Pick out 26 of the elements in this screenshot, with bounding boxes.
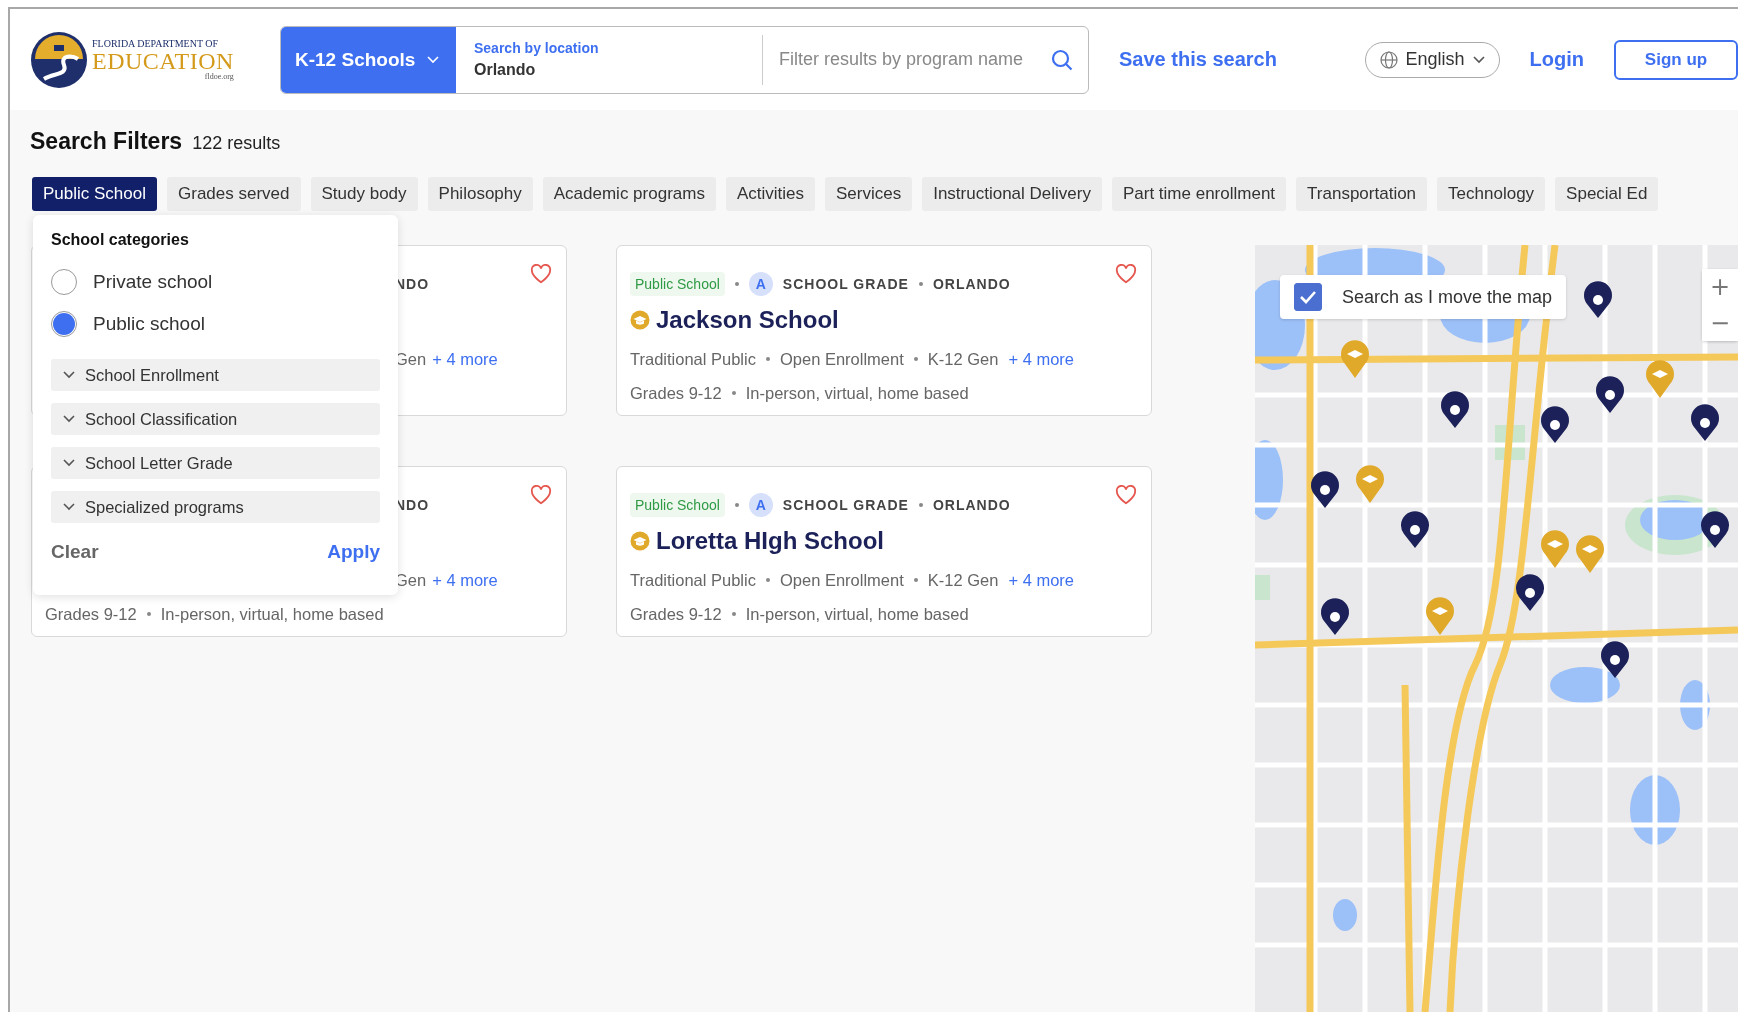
city-label: ORLANDO: [932, 497, 1011, 513]
feature-text: K-12 Gen: [927, 349, 999, 369]
grade-badge: A: [748, 272, 773, 296]
grade-label: SCHOOL GRADE: [782, 276, 909, 292]
grade-badge: A: [748, 493, 773, 517]
grades-text: Grades 9-12: [630, 383, 722, 403]
delivery-text: In-person, virtual, home based: [160, 604, 384, 624]
dropdown-heading: School categories: [51, 231, 190, 249]
feature-text: Open Enrollment: [779, 570, 904, 590]
city-label: ORLANDO: [932, 276, 1011, 292]
grade-label: SCHOOL GRADE: [782, 497, 909, 513]
feature-text: Traditional Public: [630, 349, 756, 369]
grades-text: Grades 9-12: [45, 604, 137, 624]
feature-text: K-12 Gen: [927, 570, 999, 590]
feature-text: Open Enrollment: [779, 349, 904, 369]
delivery-text: In-person, virtual, home based: [745, 604, 969, 624]
logo-url: fldoe.org: [204, 72, 234, 81]
logo-text: EDUCATION: [92, 48, 234, 73]
grades-text: Grades 9-12: [630, 604, 722, 624]
school-type-tag: Public School: [630, 272, 725, 296]
feature-text: Traditional Public: [630, 570, 756, 590]
results-count: 122 results: [192, 133, 281, 154]
logo-text: FLORIDA DEPARTMENT OF: [92, 38, 220, 49]
filters-heading: Search Filters: [30, 128, 183, 155]
school-type-tag: Public School: [630, 493, 725, 517]
delivery-text: In-person, virtual, home based: [745, 383, 969, 403]
